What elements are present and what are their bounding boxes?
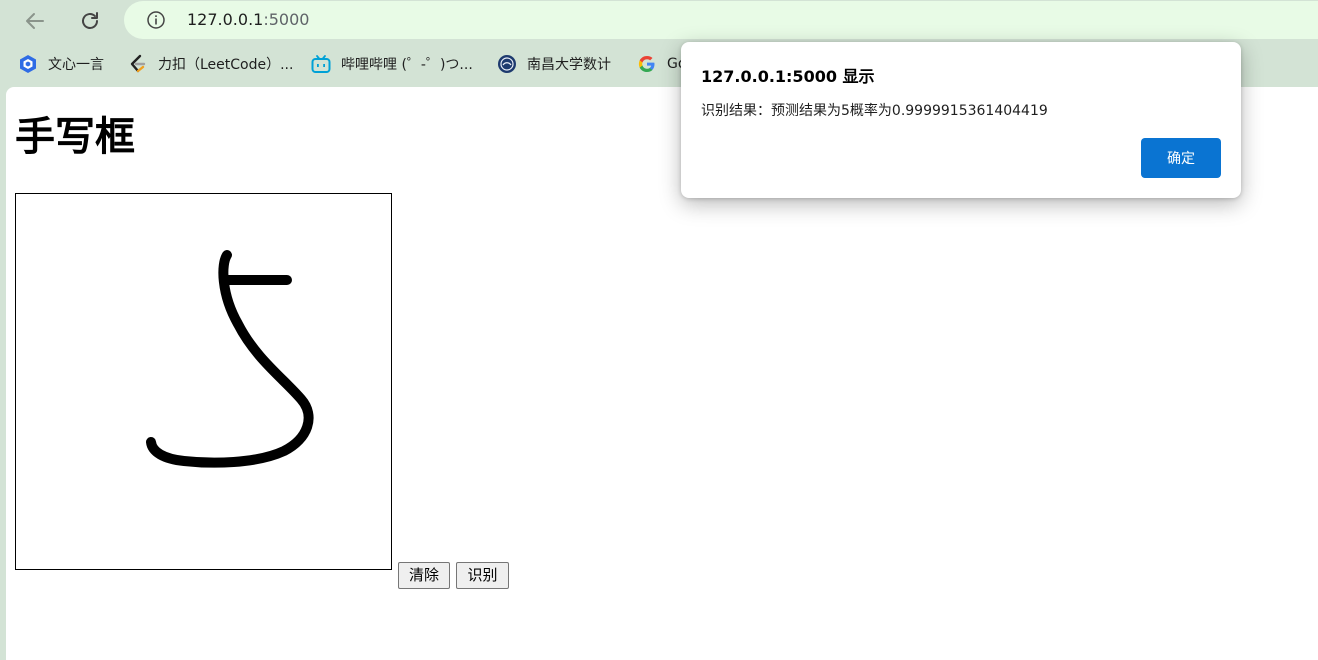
- clear-button[interactable]: 清除: [398, 562, 450, 589]
- page-title: 手写框: [15, 114, 135, 160]
- bookmark-label: 南昌大学数计: [527, 57, 611, 73]
- info-icon[interactable]: [146, 10, 166, 30]
- back-button[interactable]: [19, 5, 51, 37]
- alert-dialog: 127.0.0.1:5000 显示 识别结果：预测结果为5概率为0.999991…: [681, 42, 1241, 198]
- reload-icon: [82, 12, 98, 29]
- bookmark-wenxin[interactable]: 文心一言: [18, 53, 104, 75]
- bookmark-label: 哔哩哔哩 (゜-゜)つ...: [341, 57, 473, 73]
- url-text[interactable]: 127.0.0.1:5000: [187, 10, 309, 29]
- arrow-left-icon: [26, 13, 44, 29]
- reload-button[interactable]: [74, 5, 106, 37]
- url-port: :5000: [263, 10, 310, 29]
- address-bar[interactable]: 127.0.0.1:5000: [124, 1, 1318, 39]
- google-icon: [637, 54, 657, 74]
- bookmark-label: 力扣（LeetCode）...: [158, 57, 294, 73]
- university-icon: [497, 54, 517, 74]
- browser-toolbar: 127.0.0.1:5000: [0, 0, 1318, 42]
- drawing-canvas[interactable]: [15, 193, 392, 570]
- ok-button[interactable]: 确定: [1141, 138, 1221, 178]
- recognize-button[interactable]: 识别: [456, 562, 509, 589]
- bookmark-google[interactable]: Go: [637, 53, 686, 75]
- bilibili-icon: [311, 54, 331, 74]
- bookmark-leetcode[interactable]: 力扣（LeetCode）...: [128, 53, 293, 75]
- bookmark-ncu[interactable]: 南昌大学数计: [497, 53, 611, 75]
- bookmark-label: 文心一言: [48, 57, 104, 73]
- wenxin-icon: [18, 54, 38, 74]
- leetcode-icon: [128, 54, 148, 74]
- handwritten-five: [146, 250, 314, 468]
- dialog-title: 127.0.0.1:5000 显示: [701, 67, 875, 86]
- bookmark-bilibili[interactable]: 哔哩哔哩 (゜-゜)つ...: [311, 53, 473, 75]
- url-host: 127.0.0.1: [187, 10, 264, 29]
- dialog-message: 识别结果：预测结果为5概率为0.9999915361404419: [701, 103, 1048, 119]
